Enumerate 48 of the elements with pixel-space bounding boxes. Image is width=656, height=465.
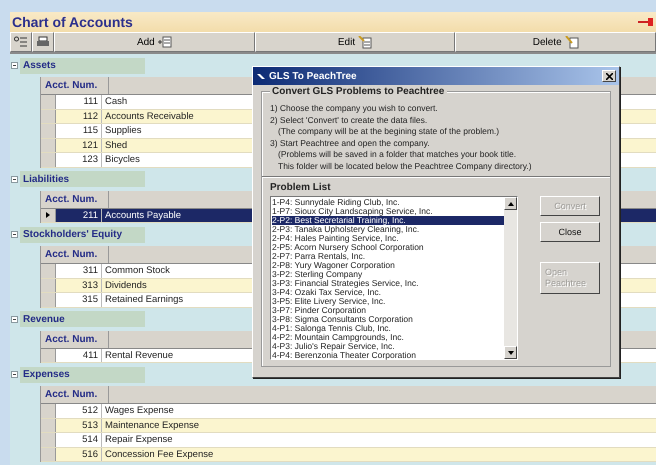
account-number: 513 xyxy=(56,418,102,432)
instruction-text: (Problems will be saved in a folder that matches your book title. xyxy=(277,149,518,160)
window-title: Chart of Accounts xyxy=(12,14,133,30)
instruction-text: (The company will be at the begining state of the problem.) xyxy=(277,126,500,138)
account-name: Rental Revenue xyxy=(104,348,174,362)
account-name: Accounts Payable xyxy=(104,208,182,222)
account-number: 123 xyxy=(56,153,102,166)
account-name: Maintenance Expense xyxy=(104,418,200,432)
account-name: Repair Expense xyxy=(104,433,173,446)
group-header: Revenue xyxy=(20,311,145,327)
column-header: Acct. Num. xyxy=(41,330,109,348)
account-number: 121 xyxy=(56,138,102,152)
dialog-title: GLS To PeachTree xyxy=(269,70,358,82)
group-title: Convert GLS Problems to Peachtree xyxy=(270,86,448,97)
column-header: Acct. Num. xyxy=(41,77,109,94)
account-number: 516 xyxy=(56,448,102,461)
account-number: 313 xyxy=(56,278,102,292)
column-header: Acct. Num. xyxy=(41,190,109,208)
account-number: 111 xyxy=(56,95,102,108)
account-number: 514 xyxy=(56,433,102,446)
group-header: Stockholders' Equity xyxy=(20,226,145,242)
account-number: 315 xyxy=(56,293,102,306)
column-header: Acct. Num. xyxy=(41,386,109,403)
list-title: Problem List xyxy=(270,182,332,193)
group-header: Assets xyxy=(20,58,145,74)
account-name: Cash xyxy=(104,95,128,108)
account-number: 112 xyxy=(56,110,102,123)
account-name: Supplies xyxy=(104,124,142,138)
instruction-text: 3) Start Peachtree and open the company. xyxy=(270,138,431,149)
account-name: Wages Expense xyxy=(104,404,174,418)
group-header: Liabilities xyxy=(20,171,145,187)
account-name: Shed xyxy=(104,138,128,152)
account-number: 411 xyxy=(56,348,102,362)
account-number: 512 xyxy=(56,404,102,418)
account-name: Bicycles xyxy=(104,153,140,166)
instruction-text: 2) Select 'Convert' to create the data files. xyxy=(270,114,428,126)
account-number: 211 xyxy=(56,208,102,222)
account-number: 311 xyxy=(56,264,102,278)
account-name: Dividends xyxy=(104,278,147,292)
account-name: Concession Fee Expense xyxy=(104,448,214,461)
account-number: 115 xyxy=(56,124,102,138)
account-name: Retained Earnings xyxy=(104,293,184,306)
instruction-text: 1) Choose the company you wish to convert. xyxy=(270,103,439,114)
instruction-text: This folder will be located below the Peachtree Company directory.) xyxy=(277,160,533,172)
account-name: Accounts Receivable xyxy=(104,110,194,123)
column-header: Acct. Num. xyxy=(41,246,109,263)
group-header: Expenses xyxy=(20,366,145,382)
account-name: Common Stock xyxy=(104,264,170,278)
